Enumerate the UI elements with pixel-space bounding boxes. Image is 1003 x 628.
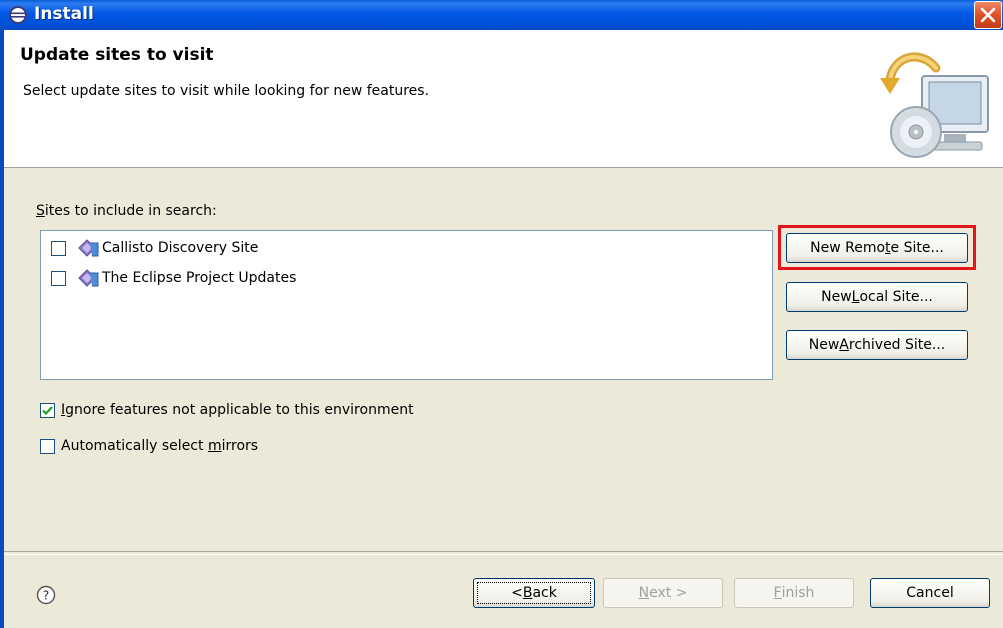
update-site-icon — [78, 269, 99, 287]
list-item[interactable]: The Eclipse Project Updates — [51, 267, 296, 289]
update-site-icon — [78, 239, 99, 257]
new-remote-site-button[interactable]: New Remo t e Site... — [786, 233, 968, 263]
checkmark-icon — [42, 405, 53, 415]
ignore-features-checkbox[interactable] — [40, 402, 55, 418]
install-wizard-icon — [880, 52, 989, 158]
auto-mirrors-checkbox[interactable] — [40, 438, 55, 454]
help-icon[interactable]: ? — [36, 585, 56, 605]
eclipse-icon — [9, 6, 27, 24]
new-local-site-button[interactable]: New Local Site... — [786, 282, 968, 312]
list-item[interactable]: Callisto Discovery Site — [51, 237, 258, 259]
title-bar[interactable]: Install — [0, 0, 1003, 30]
install-dialog: Install Update sites to visit Select upd… — [0, 0, 1003, 628]
sites-list[interactable]: Callisto Discovery Site The Eclipse Proj… — [40, 230, 773, 380]
site-checkbox[interactable] — [51, 240, 66, 256]
ignore-features-option[interactable]: Ignore features not applicable to this e… — [40, 402, 414, 418]
close-button[interactable] — [974, 1, 1002, 29]
auto-mirrors-option[interactable]: Automatically select mirrors — [40, 438, 258, 454]
next-button[interactable]: Next > — [603, 578, 723, 608]
auto-mirrors-label: Automatically select mirrors — [61, 438, 259, 454]
site-label: Callisto Discovery Site — [102, 240, 259, 256]
ignore-features-label: Ignore features not applicable to this e… — [61, 402, 414, 418]
cancel-button[interactable]: Cancel — [870, 578, 990, 608]
back-button[interactable]: < Back — [473, 578, 595, 608]
page-description: Select update sites to visit while looki… — [23, 83, 430, 99]
new-archived-site-button[interactable]: New Archived Site... — [786, 330, 968, 360]
svg-text:?: ? — [43, 589, 49, 603]
page-title: Update sites to visit — [20, 45, 214, 65]
finish-button[interactable]: Finish — [734, 578, 854, 608]
footer-separator — [4, 551, 1003, 555]
site-label: The Eclipse Project Updates — [102, 270, 297, 286]
window-title: Install — [34, 4, 94, 24]
site-checkbox[interactable] — [51, 270, 66, 286]
sites-label: Sites to include in search: — [36, 203, 217, 219]
close-icon — [980, 7, 996, 23]
